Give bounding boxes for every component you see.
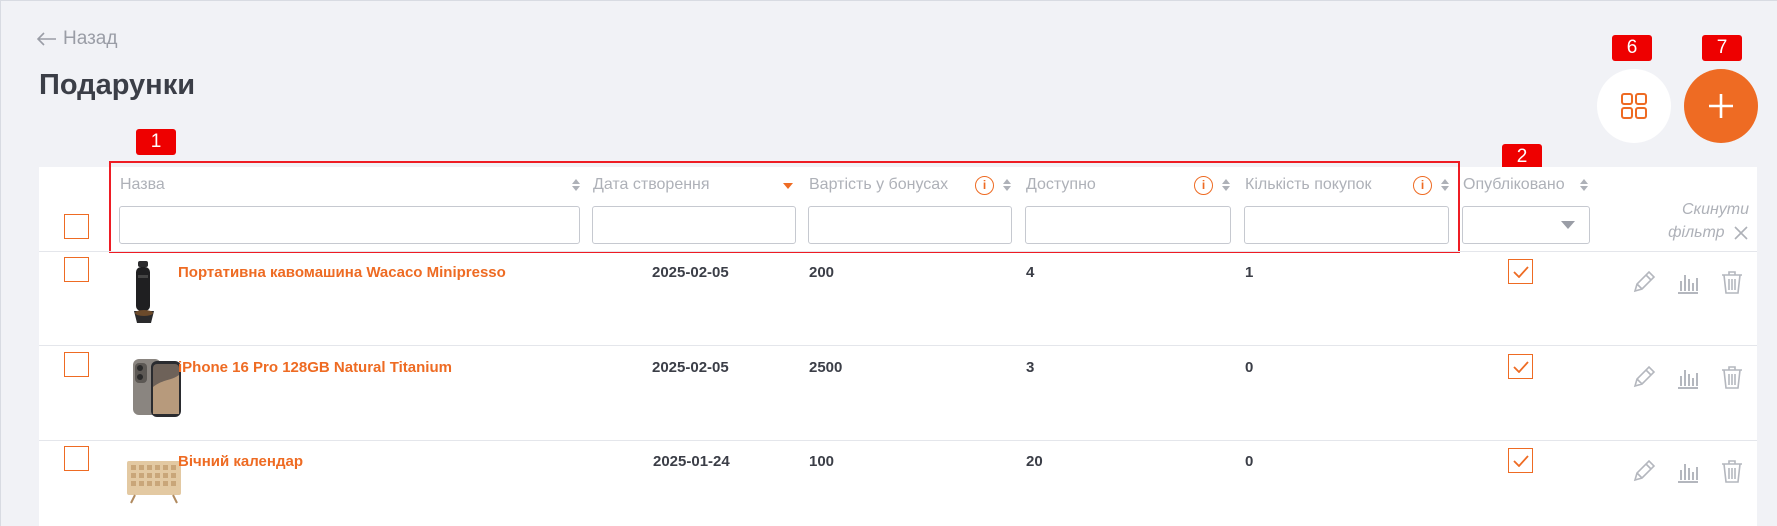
grid-view-icon <box>1621 93 1647 119</box>
reset-filter-label-2: фільтр <box>1668 224 1725 241</box>
annotation-marker-6: 6 <box>1612 35 1652 61</box>
row-select-checkbox[interactable] <box>64 352 89 377</box>
row-divider <box>39 440 1757 441</box>
trash-icon[interactable] <box>1719 458 1745 484</box>
close-icon <box>1734 226 1748 240</box>
gift-purchases: 0 <box>1245 359 1254 376</box>
gift-purchases: 1 <box>1245 264 1254 281</box>
reset-filter-label-1: Скинути <box>1681 201 1749 218</box>
gift-available: 3 <box>1026 359 1035 376</box>
row-select-checkbox[interactable] <box>64 446 89 471</box>
filter-price-input[interactable] <box>808 206 1012 244</box>
plus-icon <box>1709 94 1733 118</box>
grid-view-button[interactable] <box>1597 69 1671 143</box>
row-select-checkbox[interactable] <box>64 257 89 282</box>
sort-icon[interactable] <box>1440 178 1450 192</box>
filter-name-input[interactable] <box>119 206 580 244</box>
sort-icon[interactable] <box>571 178 581 192</box>
sort-desc-icon[interactable] <box>783 178 793 192</box>
gift-available: 4 <box>1026 264 1035 281</box>
gift-available: 20 <box>1026 453 1043 470</box>
column-header-published[interactable]: Опубліковано <box>1463 175 1589 195</box>
column-label-purchases: Кількість покупок <box>1245 176 1372 193</box>
column-label-published: Опубліковано <box>1463 176 1565 193</box>
info-icon[interactable]: i <box>1413 175 1432 195</box>
arrow-left-icon <box>37 32 56 46</box>
sort-icon[interactable] <box>1221 178 1231 192</box>
row-divider <box>39 251 1757 252</box>
pencil-icon[interactable] <box>1631 269 1657 295</box>
column-header-name[interactable]: Назва <box>120 175 581 195</box>
row-divider <box>39 345 1757 346</box>
gift-name-link[interactable]: Вічний календар <box>178 453 303 470</box>
column-header-available[interactable]: Доступно i <box>1026 175 1231 195</box>
gift-purchases: 0 <box>1245 453 1254 470</box>
column-header-purchases[interactable]: Кількість покупок i <box>1245 175 1450 195</box>
gift-name-link[interactable]: iPhone 16 Pro 128GB Natural Titanium <box>178 359 452 376</box>
reset-filter-button[interactable]: Скинути фільтр <box>1657 198 1749 244</box>
published-checkbox[interactable] <box>1508 448 1533 473</box>
page-title: Подарунки <box>39 69 196 101</box>
column-label-price: Вартість у бонусах <box>809 176 949 193</box>
select-all-checkbox[interactable] <box>64 214 89 239</box>
checkmark-icon <box>1512 265 1529 278</box>
product-thumbnail[interactable] <box>125 455 183 505</box>
gift-date: 2025-02-05 <box>652 264 729 281</box>
back-label: Назад <box>63 28 118 49</box>
gift-price: 200 <box>809 264 835 281</box>
trash-icon[interactable] <box>1719 364 1745 390</box>
gifts-table: Назва Дата створення Вартість у бонусах … <box>39 161 1757 526</box>
column-label-date: Дата створення <box>593 176 710 193</box>
checkmark-icon <box>1512 454 1529 467</box>
filter-available-input[interactable] <box>1025 206 1231 244</box>
annotation-marker-7: 7 <box>1702 35 1742 61</box>
checkmark-icon <box>1512 360 1529 373</box>
gift-date: 2025-01-24 <box>653 453 730 470</box>
gift-price: 2500 <box>809 359 843 376</box>
product-thumbnail[interactable] <box>131 357 183 419</box>
sort-icon[interactable] <box>1579 178 1589 192</box>
info-icon[interactable]: i <box>1194 175 1213 195</box>
filter-published-select[interactable] <box>1462 206 1590 244</box>
back-link[interactable]: Назад <box>37 28 117 50</box>
gift-price: 100 <box>809 453 835 470</box>
bar-chart-icon[interactable] <box>1675 364 1701 390</box>
trash-icon[interactable] <box>1719 269 1745 295</box>
caret-down-icon <box>1561 221 1575 229</box>
annotation-marker-1: 1 <box>136 129 176 155</box>
product-thumbnail[interactable] <box>124 259 164 327</box>
bar-chart-icon[interactable] <box>1675 269 1701 295</box>
published-checkbox[interactable] <box>1508 354 1533 379</box>
pencil-icon[interactable] <box>1631 364 1657 390</box>
column-label-name: Назва <box>120 176 165 193</box>
gift-name-link[interactable]: Портативна кавомашина Wacaco Minipresso <box>178 264 506 281</box>
column-label-available: Доступно <box>1026 176 1096 193</box>
column-header-date[interactable]: Дата створення <box>593 175 793 195</box>
filter-purchases-input[interactable] <box>1244 206 1449 244</box>
filter-date-input[interactable] <box>592 206 796 244</box>
column-header-price[interactable]: Вартість у бонусах i <box>809 175 1012 195</box>
gift-date: 2025-02-05 <box>652 359 729 376</box>
sort-icon[interactable] <box>1002 178 1012 192</box>
bar-chart-icon[interactable] <box>1675 458 1701 484</box>
add-gift-button[interactable] <box>1684 69 1758 143</box>
info-icon[interactable]: i <box>975 175 994 195</box>
pencil-icon[interactable] <box>1631 458 1657 484</box>
published-checkbox[interactable] <box>1508 259 1533 284</box>
